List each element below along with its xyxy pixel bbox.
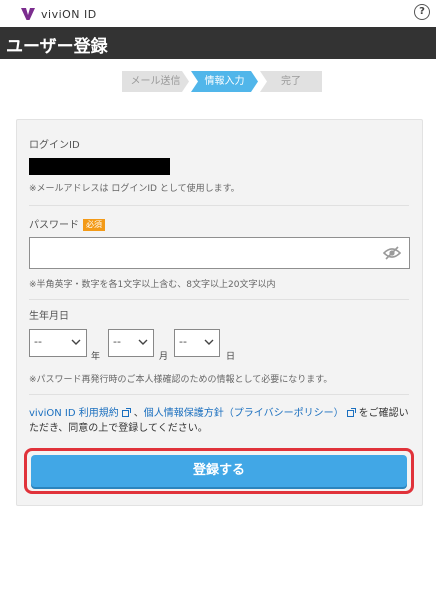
birthdate-label: 生年月日 <box>29 311 69 322</box>
external-link-icon <box>121 408 131 417</box>
divider <box>29 299 409 300</box>
external-link-icon <box>346 408 356 417</box>
terms-link[interactable]: viviON ID 利用規約 <box>29 408 119 419</box>
day-unit: 日 <box>226 352 236 362</box>
login-id-label: ログインID <box>29 140 80 151</box>
password-field[interactable] <box>29 237 410 269</box>
month-select-value: -- <box>113 335 121 348</box>
brand-name: viviON ID <box>41 7 97 21</box>
month-unit: 月 <box>159 352 169 362</box>
chevron-down-icon <box>204 339 214 345</box>
login-id-note: ※メールアドレスは ログインID として使用します。 <box>29 184 240 194</box>
step-info-input: 情報入力 <box>191 71 258 92</box>
step-complete: 完了 <box>260 71 322 92</box>
page-title: ユーザー登録 <box>6 37 108 57</box>
divider <box>29 394 409 395</box>
eye-slash-icon[interactable] <box>383 245 401 261</box>
submit-highlight: 登録する <box>24 448 414 494</box>
password-label-row: パスワード 必須 <box>29 216 105 231</box>
chevron-down-icon <box>138 339 148 345</box>
privacy-policy-link[interactable]: 個人情報保護方針（プライバシーポリシー） <box>144 408 344 419</box>
password-note: ※半角英字・数字を各1文字以上含む、8文字以上20文字以内 <box>29 280 276 290</box>
question-circle-icon[interactable]: ? <box>414 4 430 20</box>
step-mail-sent: メール送信 <box>122 71 189 92</box>
login-id-value-redacted <box>29 158 170 175</box>
progress-steps: メール送信 情報入力 完了 <box>122 71 322 92</box>
divider <box>29 205 409 206</box>
vivion-logo-icon <box>21 8 35 20</box>
day-select-value: -- <box>179 335 187 348</box>
year-select-value: -- <box>34 335 42 348</box>
title-bar: ユーザー登録 <box>0 27 436 59</box>
terms-separator: 、 <box>133 408 144 419</box>
day-select[interactable]: -- <box>174 329 220 357</box>
year-unit: 年 <box>91 352 101 362</box>
top-bar: viviON ID ? <box>0 0 436 27</box>
required-badge: 必須 <box>83 219 105 231</box>
month-select[interactable]: -- <box>108 329 154 357</box>
chevron-down-icon <box>71 339 81 345</box>
password-label: パスワード <box>29 220 79 231</box>
terms-notice: viviON ID 利用規約 、個人情報保護方針（プライバシーポリシー） をご確認い… <box>29 406 411 436</box>
year-select[interactable]: -- <box>29 329 87 357</box>
birthdate-note: ※パスワード再発行時のご本人様確認のための情報として必要になります。 <box>29 375 333 385</box>
register-button[interactable]: 登録する <box>31 455 407 487</box>
brand-logo[interactable]: viviON ID <box>20 6 97 22</box>
